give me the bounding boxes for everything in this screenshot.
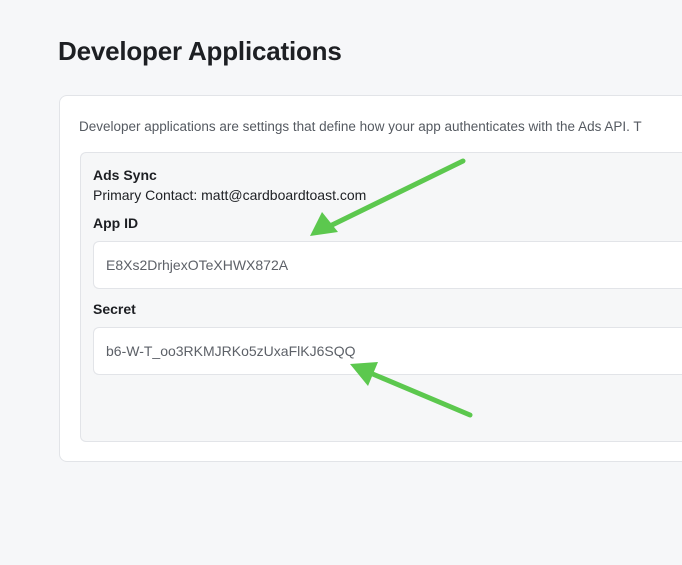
intro-text: Developer applications are settings that… xyxy=(79,119,642,134)
app-id-field[interactable] xyxy=(93,241,682,289)
page-title: Developer Applications xyxy=(58,36,342,66)
application-panel: Ads Sync Primary Contact: matt@cardboard… xyxy=(80,152,682,442)
developer-applications-card: Developer applications are settings that… xyxy=(59,95,682,462)
app-name: Ads Sync xyxy=(93,167,157,183)
primary-contact: Primary Contact: matt@cardboardtoast.com xyxy=(93,187,367,203)
secret-label: Secret xyxy=(93,301,136,317)
secret-field[interactable] xyxy=(93,327,682,375)
app-id-label: App ID xyxy=(93,215,139,231)
